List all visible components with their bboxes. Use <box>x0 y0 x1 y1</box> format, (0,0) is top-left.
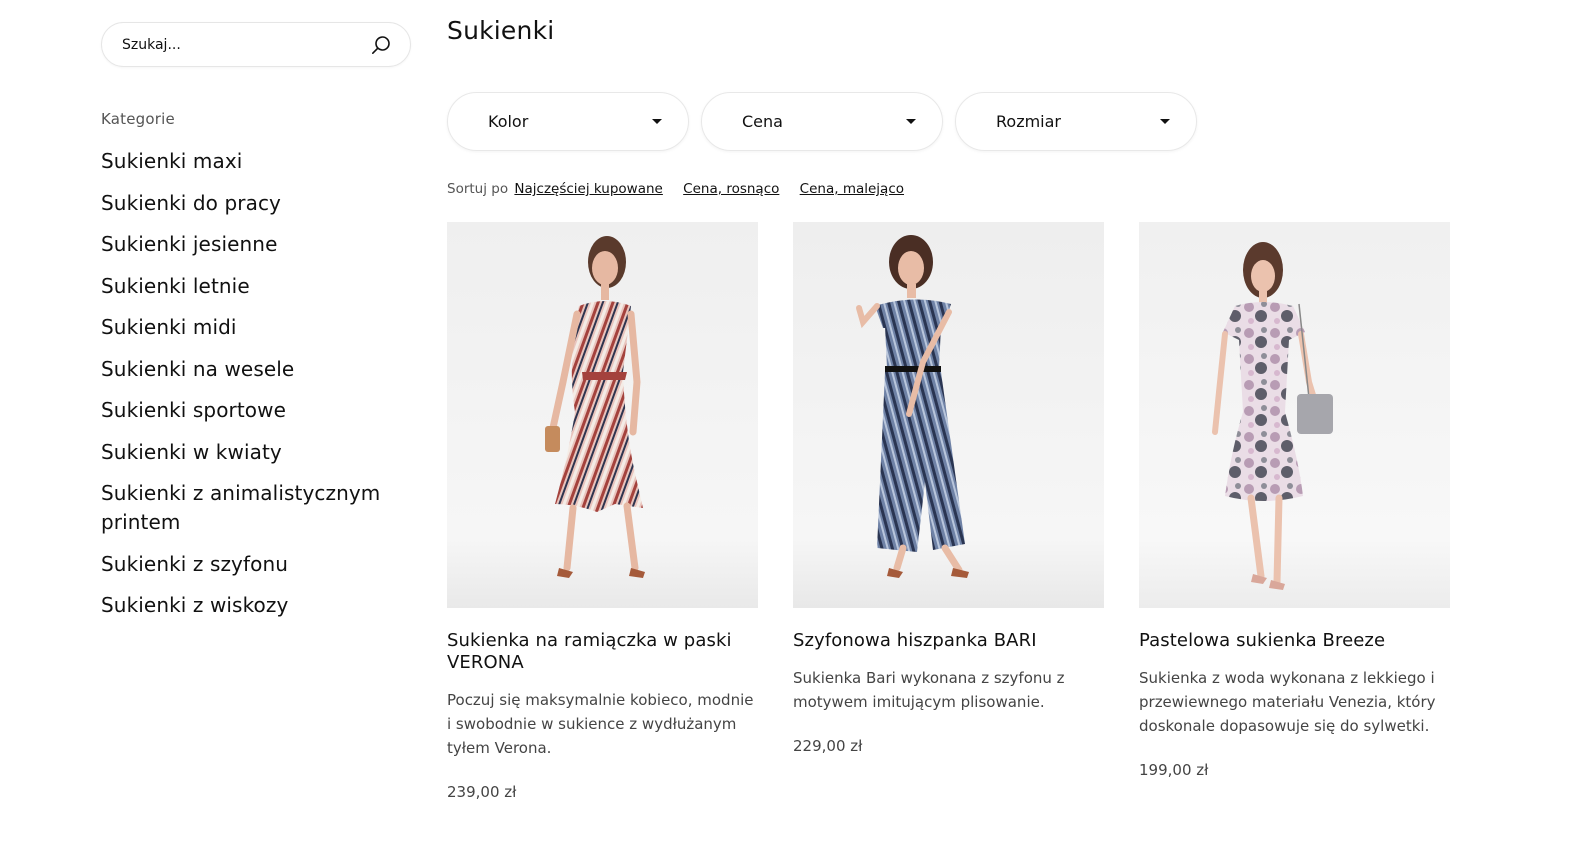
search-icon[interactable] <box>370 34 392 56</box>
category-item[interactable]: Sukienki z wiskozy <box>101 591 413 620</box>
product-grid: Sukienka na ramiączka w paski VERONA Poc… <box>447 222 1557 801</box>
product-title[interactable]: Pastelowa sukienka Breeze <box>1139 630 1450 652</box>
sort-price-asc-link[interactable]: Cena, rosnąco <box>683 181 779 197</box>
search-box <box>101 22 411 67</box>
filter-label: Rozmiar <box>996 112 1061 131</box>
filter-label: Kolor <box>488 112 529 131</box>
sort-label: Sortuj po <box>447 181 509 197</box>
caret-down-icon <box>1160 119 1170 124</box>
category-item[interactable]: Sukienki na wesele <box>101 355 413 384</box>
product-title[interactable]: Szyfonowa hiszpanka BARI <box>793 630 1104 652</box>
category-item[interactable]: Sukienki midi <box>101 313 413 342</box>
product-card[interactable]: Szyfonowa hiszpanka BARI Sukienka Bari w… <box>793 222 1104 801</box>
categories-heading: Kategorie <box>101 110 175 128</box>
product-price: 199,00 zł <box>1139 761 1209 779</box>
sort-price-desc-link[interactable]: Cena, malejąco <box>800 181 904 197</box>
category-item[interactable]: Sukienki sportowe <box>101 396 413 425</box>
product-title[interactable]: Sukienka na ramiączka w paski VERONA <box>447 630 758 674</box>
product-image[interactable] <box>793 222 1104 608</box>
category-list: Sukienki maxi Sukienki do pracy Sukienki… <box>101 147 413 620</box>
product-card[interactable]: Sukienka na ramiączka w paski VERONA Poc… <box>447 222 758 801</box>
search-input[interactable] <box>122 36 370 53</box>
sort-most-bought-link[interactable]: Najczęściej kupowane <box>514 181 662 197</box>
filter-label: Cena <box>742 112 783 131</box>
product-card[interactable]: Pastelowa sukienka Breeze Sukienka z wod… <box>1139 222 1450 801</box>
category-item[interactable]: Sukienki maxi <box>101 147 413 176</box>
page: Kategorie Sukienki maxi Sukienki do prac… <box>0 0 1585 862</box>
caret-down-icon <box>652 119 662 124</box>
product-price: 229,00 zł <box>793 737 863 755</box>
filter-size-dropdown[interactable]: Rozmiar <box>955 92 1197 151</box>
filter-bar: Kolor Cena Rozmiar <box>447 92 1557 151</box>
category-item[interactable]: Sukienki letnie <box>101 272 413 301</box>
category-item[interactable]: Sukienki do pracy <box>101 189 413 218</box>
category-item[interactable]: Sukienki z animalistycznym printem <box>101 479 413 537</box>
sort-bar: Sortuj po Najczęściej kupowane Cena, ros… <box>447 181 1557 197</box>
category-item[interactable]: Sukienki jesienne <box>101 230 413 259</box>
product-description: Poczuj się maksymalnie kobieco, modnie i… <box>447 691 754 757</box>
product-image[interactable] <box>1139 222 1450 608</box>
product-price: 239,00 zł <box>447 783 517 801</box>
product-image[interactable] <box>447 222 758 608</box>
filter-color-dropdown[interactable]: Kolor <box>447 92 689 151</box>
filter-price-dropdown[interactable]: Cena <box>701 92 943 151</box>
caret-down-icon <box>906 119 916 124</box>
product-description: Sukienka Bari wykonana z szyfonu z motyw… <box>793 669 1065 711</box>
category-item[interactable]: Sukienki z szyfonu <box>101 550 413 579</box>
page-title: Sukienki <box>447 16 555 45</box>
main-content: Sukienki Kolor Cena Rozmiar Sortuj po Na… <box>447 16 1557 801</box>
category-item[interactable]: Sukienki w kwiaty <box>101 438 413 467</box>
product-description: Sukienka z woda wykonana z lekkiego i pr… <box>1139 669 1436 735</box>
sidebar: Kategorie Sukienki maxi Sukienki do prac… <box>101 22 413 633</box>
